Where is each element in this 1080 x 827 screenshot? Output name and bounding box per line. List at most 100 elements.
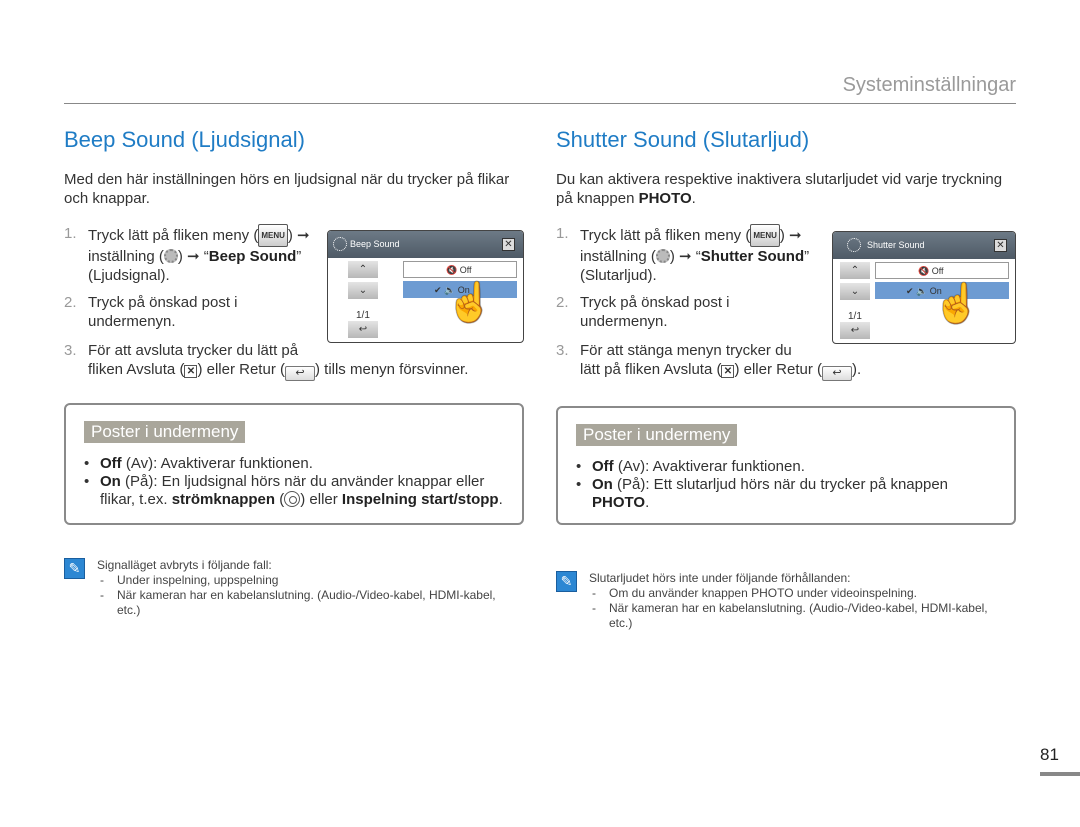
text: Tryck lätt på fliken meny ( — [88, 227, 259, 244]
note-item: När kameran har en kabelanslutning. (Aud… — [589, 601, 989, 631]
submenu-tag: Poster i undermeny — [576, 424, 738, 446]
note-icon: ✎ — [556, 571, 577, 592]
beep-sound-title: Beep Sound (Ljudsignal) — [64, 127, 305, 152]
shutter-intro: Du kan aktivera respektive inaktivera sl… — [556, 170, 1011, 208]
hand-pointer-icon: ☝ — [446, 282, 494, 324]
step-number: 3. — [556, 342, 569, 359]
close-icon: ✕ — [721, 365, 735, 378]
bullet-off: Off (Av): Avaktiverar funktionen. — [576, 458, 996, 476]
text: (På): Ett slutarljud hörs när du trycker… — [612, 476, 949, 493]
text: Tryck lätt på fliken meny ( — [580, 227, 751, 244]
hand-pointer-icon: ☝ — [933, 283, 981, 325]
submenu-tag: Poster i undermeny — [84, 421, 246, 443]
close-icon: ✕ — [184, 365, 198, 378]
bullet-off: Off (Av): Avaktiverar funktionen. — [84, 455, 514, 473]
menu-item-name: Shutter Sound — [700, 248, 805, 265]
page-indicator: 1/1 — [356, 310, 370, 321]
option-label: Off — [931, 266, 944, 276]
shutter-step-3: 3. För att stänga menyn trycker du lätt p… — [556, 341, 1016, 381]
text: ( — [275, 491, 285, 508]
text: (Av): Avaktiverar funktionen. — [121, 455, 313, 472]
page-number-bar — [1040, 772, 1080, 776]
gear-icon — [847, 238, 861, 252]
text: Tryck på önskad post i undermenyn. — [88, 294, 238, 330]
page-number: 81 — [1040, 745, 1059, 764]
text: On — [100, 473, 121, 490]
text: ) eller Retur ( — [734, 361, 822, 378]
text: (Slutarljud). — [580, 267, 657, 284]
power-icon — [284, 491, 301, 507]
beep-step-3: 3. För att avsluta trycker du lätt på fli… — [64, 341, 524, 381]
text: För att avsluta trycker du lätt på — [88, 342, 299, 359]
menu-icon: MENU — [750, 224, 780, 247]
text: PHOTO — [638, 190, 692, 207]
note-head: Signalläget avbryts i följande fall: — [97, 558, 272, 572]
scroll-up-button[interactable]: ⌃ — [840, 262, 870, 279]
text: ) eller — [300, 491, 342, 508]
shutter-step-2: 2. Tryck på önskad post i undermenyn. — [556, 293, 776, 331]
menu-item-name: Beep Sound — [208, 248, 297, 265]
settings-gear-icon — [163, 249, 178, 263]
text: inställning ( — [88, 248, 164, 265]
menu-icon: MENU — [258, 224, 288, 247]
scroll-down-button[interactable]: ⌄ — [840, 283, 870, 300]
step-number: 2. — [64, 294, 77, 311]
note-icon: ✎ — [64, 558, 85, 579]
text: strömknappen — [171, 491, 276, 508]
option-off[interactable]: 🔇 Off — [403, 261, 517, 278]
close-button[interactable]: ✕ — [994, 239, 1007, 252]
text: ) eller Retur ( — [197, 361, 285, 378]
text: PHOTO — [592, 494, 646, 511]
shutter-step-1: 1. Tryck lätt på fliken meny (MENU) ➞ in… — [556, 224, 821, 285]
text: För att stänga menyn trycker du — [580, 342, 792, 359]
text: Inspelning start/stopp — [341, 491, 499, 508]
beep-step-2: 2. Tryck på önskad post i undermenyn. — [64, 293, 284, 331]
text: Du kan aktivera respektive inaktivera sl… — [556, 171, 1003, 207]
text: lätt på fliken Avsluta ( — [580, 361, 722, 378]
text: fliken Avsluta ( — [88, 361, 185, 378]
step-number: 1. — [64, 225, 77, 242]
scroll-down-button[interactable]: ⌄ — [348, 282, 378, 299]
text: Off — [592, 458, 614, 475]
bullet-on: On (På): En ljudsignal hörs när du använ… — [84, 473, 514, 509]
text: ). — [852, 361, 862, 378]
beep-step-1: 1. Tryck lätt på fliken meny (MENU) ➞ in… — [64, 224, 324, 285]
screen-title: Shutter Sound — [867, 240, 925, 250]
shutter-sound-screen: Shutter Sound ✕ ⌃ ⌄ 🔇 Off ✔ 🔈 On 1/1 ↩ ☝ — [832, 231, 1016, 344]
return-button[interactable]: ↩ — [840, 322, 870, 339]
page-indicator: 1/1 — [848, 311, 862, 322]
bullet-on: On (På): Ett slutarljud hörs när du tryc… — [576, 476, 996, 512]
text: ) ➞ — [287, 227, 310, 244]
text: ” — [804, 248, 810, 265]
text: ) ➞ “ — [177, 248, 209, 265]
text: ” — [296, 248, 302, 265]
note-head: Slutarljudet hörs inte under följande fö… — [589, 571, 851, 585]
return-icon: ↩ — [822, 366, 852, 381]
gear-icon — [333, 237, 347, 251]
return-icon: ↩ — [284, 366, 315, 381]
screen-title: Beep Sound — [350, 239, 400, 249]
section-header: Systeminställningar — [842, 74, 1016, 96]
option-label: Off — [459, 265, 472, 275]
text: . — [498, 491, 503, 508]
step-number: 3. — [64, 342, 77, 359]
settings-gear-icon — [655, 249, 670, 263]
text: (Av): Avaktiverar funktionen. — [613, 458, 805, 475]
scroll-up-button[interactable]: ⌃ — [348, 261, 378, 278]
beep-intro: Med den här inställningen hörs en ljudsi… — [64, 171, 510, 207]
text: Off — [100, 455, 122, 472]
close-button[interactable]: ✕ — [502, 238, 515, 251]
shutter-note: Slutarljudet hörs inte under följande fö… — [589, 571, 989, 631]
text: inställning ( — [580, 248, 656, 265]
text: Tryck på önskad post i undermenyn. — [580, 294, 730, 330]
shutter-sound-title: Shutter Sound (Slutarljud) — [556, 127, 810, 152]
divider — [64, 103, 1016, 104]
return-button[interactable]: ↩ — [348, 321, 378, 338]
step-number: 1. — [556, 225, 569, 242]
text: ) tills menyn försvinner. — [314, 361, 469, 378]
beep-note: Signalläget avbryts i följande fall: Und… — [97, 558, 497, 618]
beep-sound-screen: Beep Sound ✕ ⌃ ⌄ 🔇 Off ✔ 🔈 On 1/1 ↩ ☝ — [327, 230, 524, 343]
text: ) ➞ — [779, 227, 802, 244]
text: . — [691, 190, 696, 207]
option-off[interactable]: 🔇 Off — [875, 262, 1009, 279]
